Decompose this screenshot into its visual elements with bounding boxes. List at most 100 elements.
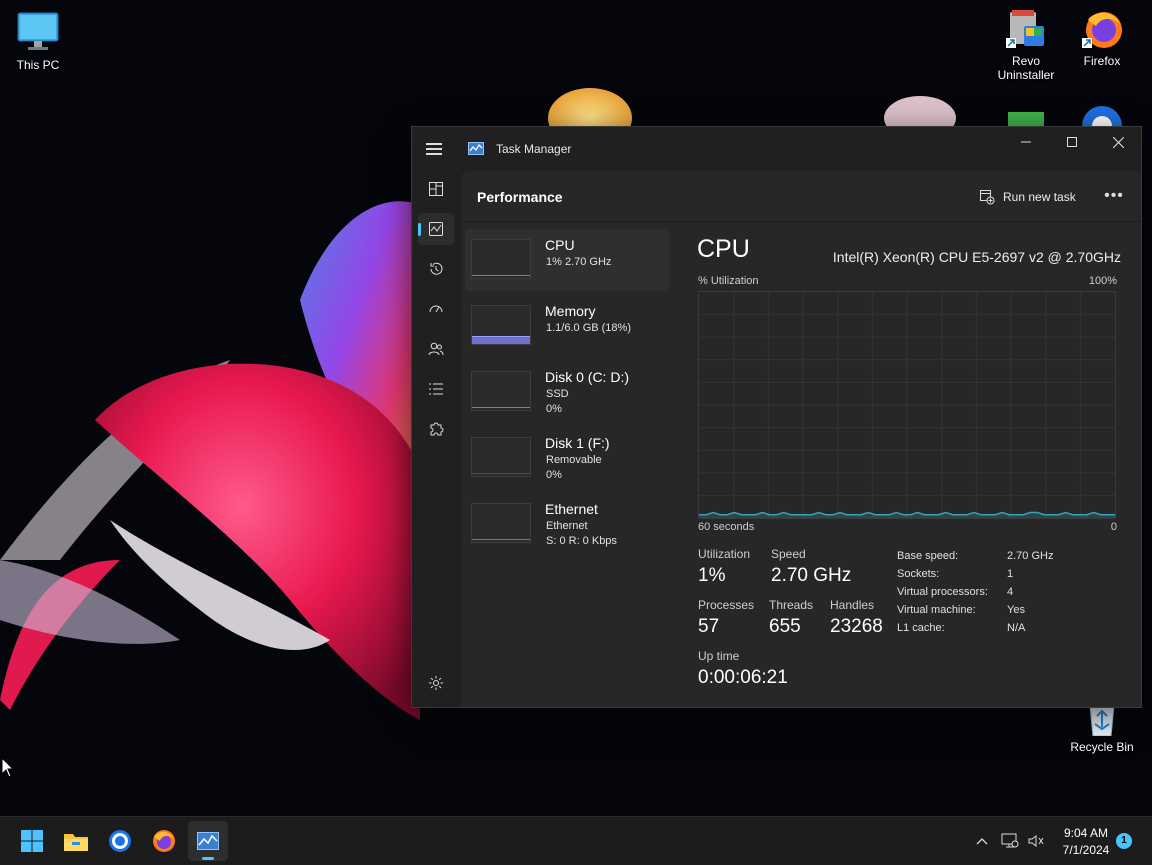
stat-value: 655	[769, 616, 801, 637]
gear-icon	[429, 676, 443, 690]
stat-value: 1%	[698, 565, 726, 586]
notification-badge[interactable]: 1	[1116, 833, 1132, 849]
minimize-icon	[1021, 141, 1031, 143]
tray-volume-icon[interactable]	[1026, 831, 1046, 851]
device-name: CPU	[545, 237, 575, 253]
taskbar-firefox[interactable]	[144, 821, 184, 861]
run-task-icon	[980, 190, 995, 205]
nav-settings[interactable]	[418, 667, 454, 699]
device-name: Disk 1 (F:)	[545, 435, 610, 451]
stat-label: Up time	[698, 649, 740, 663]
close-icon	[1112, 136, 1124, 148]
chrome-icon	[109, 830, 131, 852]
device-detail: 1% 2.70 GHz	[546, 256, 612, 268]
nav-performance[interactable]	[418, 213, 454, 245]
device-usage: S: 0 R: 0 Kbps	[546, 535, 617, 547]
task-manager-window: Task Manager Performance Run new task ••…	[411, 126, 1142, 708]
device-cpu[interactable]: CPU 1% 2.70 GHz	[465, 229, 669, 291]
taskbar-clock[interactable]: 9:04 AM 7/1/2024	[1058, 825, 1114, 859]
firefox-icon	[153, 830, 175, 852]
revo-uninstaller-icon	[1004, 6, 1048, 50]
device-disk-0[interactable]: Disk 0 (C: D:) SSD 0%	[465, 361, 669, 423]
nav-app-history[interactable]	[418, 253, 454, 285]
spec-key: Virtual processors:	[897, 586, 988, 598]
desktop-icon-revo-uninstaller[interactable]: Revo Uninstaller	[988, 6, 1064, 82]
taskbar-task-manager[interactable]	[188, 821, 228, 861]
device-detail: 1.1/6.0 GB (18%)	[546, 322, 631, 334]
graph-x-label: 60 seconds	[698, 521, 755, 533]
device-usage: 0%	[546, 403, 562, 415]
device-ethernet[interactable]: Ethernet Ethernet S: 0 R: 0 Kbps	[465, 493, 669, 555]
run-new-task-label: Run new task	[1003, 190, 1076, 204]
processes-icon	[429, 182, 443, 196]
folder-icon	[64, 834, 88, 851]
desktop-icon-label: Recycle Bin	[1070, 740, 1134, 754]
services-puzzle-icon	[430, 422, 444, 436]
nav-services[interactable]	[418, 413, 454, 445]
taskbar-chrome[interactable]	[100, 821, 140, 861]
mini-graph	[471, 239, 531, 279]
recycle-bin-icon	[1080, 704, 1124, 737]
device-detail: Ethernet	[546, 520, 588, 532]
desktop-icon-firefox[interactable]: Firefox	[1064, 6, 1140, 68]
title-bar[interactable]: Task Manager	[412, 127, 1141, 171]
content-panel: Performance Run new task ••• CPU 1% 2.70…	[461, 171, 1141, 707]
device-memory[interactable]: Memory 1.1/6.0 GB (18%)	[465, 295, 669, 357]
network-monitor-icon	[1001, 833, 1019, 848]
task-manager-icon	[197, 832, 219, 850]
mini-graph	[471, 437, 531, 477]
spec-key: Virtual machine:	[897, 604, 976, 616]
nav-startup-apps[interactable]	[418, 293, 454, 325]
cpu-utilization-graph	[698, 291, 1116, 519]
performance-device-list: CPU 1% 2.70 GHz Memory 1.1/6.0 GB (18%) …	[465, 229, 669, 559]
nav-processes[interactable]	[418, 173, 454, 205]
page-title: Performance	[477, 189, 563, 205]
spec-value: Yes	[1007, 604, 1025, 616]
taskbar-file-explorer[interactable]	[56, 821, 96, 861]
tray-overflow-chevron-icon[interactable]	[972, 831, 992, 851]
spec-key: L1 cache:	[897, 622, 945, 634]
spec-value: 1	[1007, 568, 1014, 580]
taskbar: 9:04 AM 7/1/2024 1	[0, 816, 1152, 865]
stat-threads: Threads 655	[769, 598, 813, 638]
spec-value: 2.70 GHz	[1007, 550, 1054, 562]
stat-value: 57	[698, 616, 720, 637]
graph-y-label: % Utilization	[698, 275, 759, 287]
stat-utilization: Utilization 1%	[698, 547, 750, 587]
more-options-button[interactable]: •••	[1101, 185, 1127, 207]
start-button[interactable]	[12, 821, 52, 861]
spec-key: Sockets:	[897, 568, 940, 580]
firefox-icon	[1080, 6, 1124, 50]
stat-processes: Processes 57	[698, 598, 754, 638]
stat-label: Speed	[771, 547, 806, 561]
maximize-button[interactable]	[1049, 127, 1095, 157]
mouse-cursor-icon	[1, 757, 15, 778]
history-icon	[430, 262, 443, 275]
stat-speed: Speed 2.70 GHz	[771, 547, 851, 587]
mini-graph	[471, 305, 531, 345]
stat-uptime: Up time 0:00:06:21	[698, 649, 788, 689]
run-new-task-button[interactable]: Run new task	[979, 187, 1076, 207]
minimize-button[interactable]	[1003, 127, 1049, 157]
desktop-icon-this-pc[interactable]: This PC	[0, 10, 76, 72]
stat-label: Utilization	[698, 547, 751, 561]
nav-details[interactable]	[418, 373, 454, 405]
cpu-heading: CPU	[697, 235, 750, 263]
stat-handles: Handles 23268	[830, 598, 883, 638]
cpu-graph-svg	[699, 292, 1115, 518]
desktop-icon-label: Revo Uninstaller	[997, 54, 1055, 82]
device-disk-1[interactable]: Disk 1 (F:) Removable 0%	[465, 427, 669, 489]
clock-date: 7/1/2024	[1062, 843, 1110, 857]
task-manager-app-icon	[468, 142, 484, 155]
hamburger-menu-icon[interactable]	[426, 143, 442, 155]
desktop-icon-recycle-bin[interactable]: Recycle Bin	[1064, 704, 1140, 754]
desktop-icon-label: This PC	[16, 58, 60, 72]
tray-network-icon[interactable]	[1000, 831, 1020, 851]
close-button[interactable]	[1095, 127, 1141, 157]
device-detail: Removable	[546, 454, 602, 466]
nav-users[interactable]	[418, 333, 454, 365]
device-name: Memory	[545, 303, 596, 319]
device-name: Ethernet	[545, 501, 598, 517]
spec-value: N/A	[1007, 622, 1026, 634]
stat-value: 0:00:06:21	[698, 667, 788, 688]
